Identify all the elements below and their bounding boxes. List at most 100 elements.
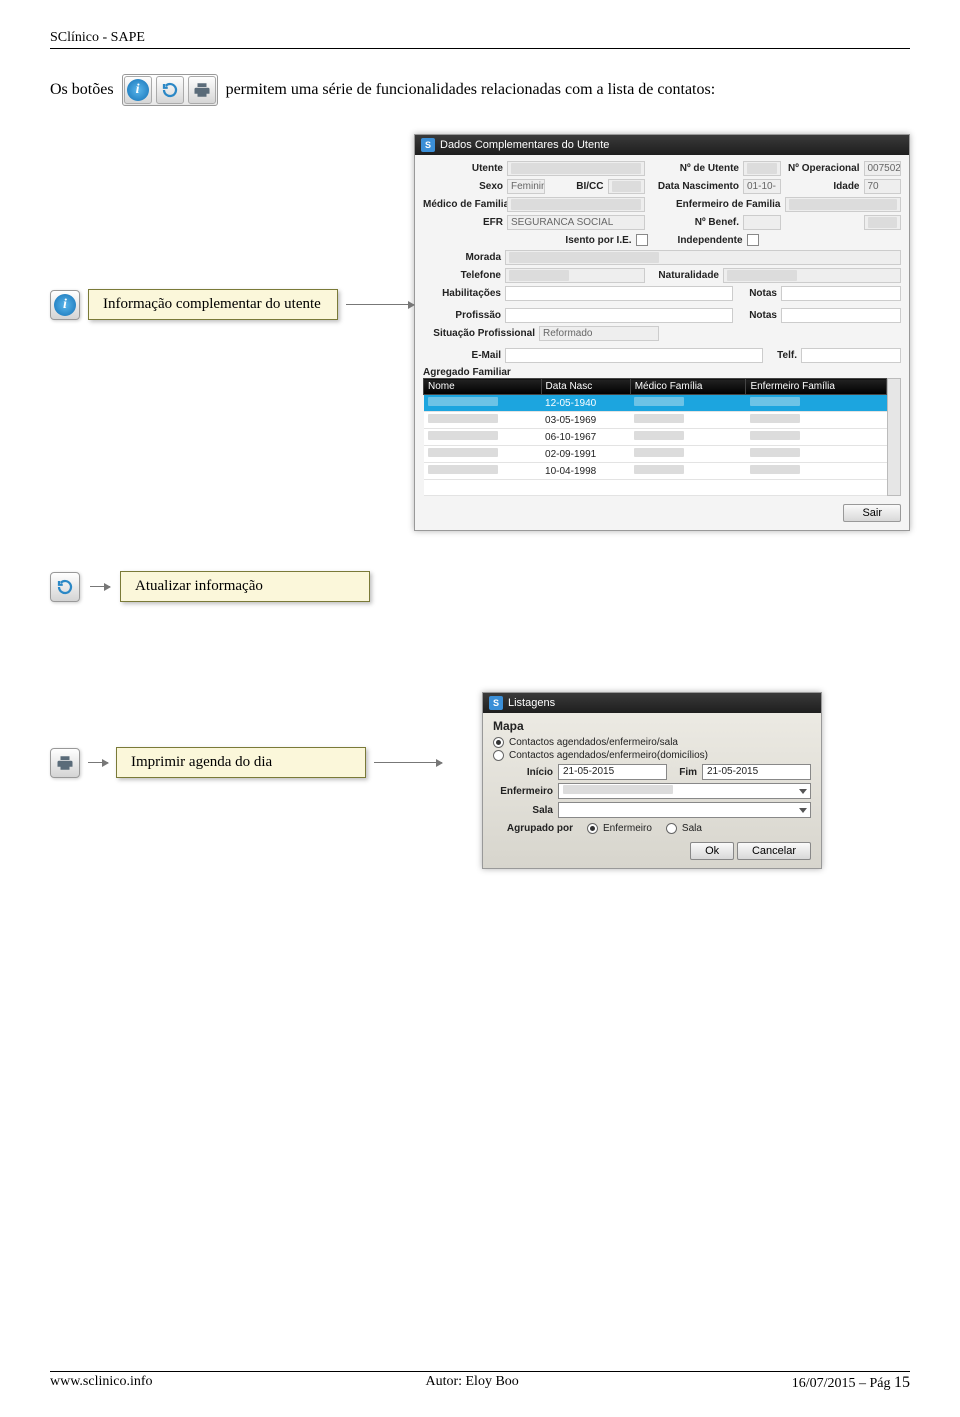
table-row[interactable] [424,480,887,496]
table-row[interactable]: 02-09-1991 [424,446,887,463]
lbl-efr: EFR [423,217,503,228]
callout-refresh-text: Atualizar informação [135,578,263,594]
callout-refresh: Atualizar informação [120,571,370,602]
intro-suffix: permitem uma série de funcionalidades re… [226,81,716,99]
lbl-naturalidade: Naturalidade [649,270,719,281]
col-datanasc: Data Nasc [541,379,630,395]
lbl-telefone: Telefone [423,270,501,281]
lbl-isento: Isento por I.E. [565,235,631,246]
select-enfermeiro[interactable] [558,783,811,799]
refresh-icon [54,576,76,598]
app-badge-icon: S [489,696,503,710]
radio-icon [666,823,677,834]
lbl-notas1: Notas [737,288,777,299]
col-medico: Médico Família [630,379,746,395]
val-telf[interactable] [801,348,901,363]
refresh-button-small[interactable] [50,572,80,602]
input-inicio[interactable]: 21-05-2015 [558,764,667,780]
window-title: Dados Complementares do Utente [440,139,609,151]
info-icon: i [54,294,76,316]
cancel-button[interactable]: Cancelar [737,842,811,860]
toolbar-button-group: i [122,74,218,106]
val-profissao[interactable] [505,308,733,323]
lbl-utente: Utente [423,163,503,174]
callout-print: Imprimir agenda do dia [116,747,366,778]
scrollbar[interactable] [887,378,901,496]
radio-opt1[interactable]: Contactos agendados/enfermeiro/sala [493,737,811,748]
lbl-mapa: Mapa [493,719,811,733]
col-enf: Enfermeiro Família [746,379,887,395]
radio-agr-sala-label: Sala [682,823,702,834]
app-badge-icon: S [421,138,435,152]
refresh-button[interactable] [156,76,184,104]
val-email[interactable] [505,348,763,363]
lbl-medico-fam: Médico de Familia [423,199,503,210]
chk-independente[interactable] [747,234,759,246]
table-row[interactable]: 12-05-1940 [424,395,887,412]
page-header: SClínico - SAPE [50,30,910,49]
window-titlebar: S Dados Complementares do Utente [415,135,909,155]
lbl-notas2: Notas [737,310,777,321]
radio-agr-enf-label: Enfermeiro [603,823,652,834]
val-n-benef2 [864,215,902,230]
lbl-sexo: Sexo [423,181,503,192]
footer-author: Autor: Eloy Boo [425,1374,518,1392]
dados-window: S Dados Complementares do Utente Utente … [414,134,910,531]
val-habilitacoes[interactable] [505,286,733,301]
radio-opt2[interactable]: Contactos agendados/enfermeiro(domicílio… [493,750,811,761]
radio-opt1-label: Contactos agendados/enfermeiro/sala [509,737,678,748]
window-title: Listagens [508,697,555,709]
arrow-icon [374,762,442,763]
lbl-inicio: Início [493,767,553,778]
page-number: 15 [894,1374,910,1391]
val-data-nasc: 01-10-1944 [743,179,781,194]
col-nome: Nome [424,379,542,395]
chk-isento[interactable] [636,234,648,246]
val-utente [507,161,645,176]
radio-icon [587,823,598,834]
lbl-data-nasc: Data Nascimento [649,181,739,192]
radio-agr-enf[interactable]: Enfermeiro [587,823,652,834]
footer-site: www.sclinico.info [50,1374,153,1392]
lbl-agregado: Agregado Familiar [423,367,901,378]
val-situacao: Reformado [539,326,659,341]
table-row[interactable]: 10-04-1998 [424,463,887,480]
lbl-agrupado: Agrupado por [493,823,573,834]
val-sexo: Feminino [507,179,545,194]
print-button-small[interactable] [50,748,80,778]
table-row[interactable]: 06-10-1967 [424,429,887,446]
arrow-icon [346,304,414,305]
window-titlebar: S Listagens [483,693,821,713]
radio-opt2-label: Contactos agendados/enfermeiro(domicílio… [509,750,708,761]
info-icon: i [127,79,149,101]
print-button[interactable] [188,76,216,104]
page-footer: www.sclinico.info Autor: Eloy Boo 16/07/… [50,1371,910,1392]
table-row[interactable]: 03-05-1969 [424,412,887,429]
sair-button[interactable]: Sair [843,504,901,522]
lbl-n-benef: Nº Benef. [649,217,739,228]
refresh-icon [159,79,181,101]
lbl-enf-fam: Enfermeiro de Familia [649,199,781,210]
lbl-sala: Sala [493,805,553,816]
printer-icon [54,752,76,774]
lbl-independente: Independente [678,235,743,246]
val-n-utente [743,161,781,176]
val-notas2[interactable] [781,308,901,323]
val-efr: SEGURANCA SOCIAL [507,215,645,230]
lbl-email: E-Mail [423,350,501,361]
info-button-small[interactable]: i [50,290,80,320]
val-bicc [608,179,646,194]
val-notas1[interactable] [781,286,901,301]
radio-agr-sala[interactable]: Sala [666,823,702,834]
ok-button[interactable]: Ok [690,842,734,860]
select-sala[interactable] [558,802,811,818]
radio-icon [493,737,504,748]
arrow-icon [90,586,110,587]
lbl-n-utente: Nº de Utente [649,163,739,174]
intro-prefix: Os botões [50,81,114,99]
callout-info: Informação complementar do utente [88,289,338,320]
intro-line: Os botões i permitem uma série de funcio… [50,74,910,106]
input-fim[interactable]: 21-05-2015 [702,764,811,780]
lbl-morada: Morada [423,252,501,263]
info-button[interactable]: i [124,76,152,104]
